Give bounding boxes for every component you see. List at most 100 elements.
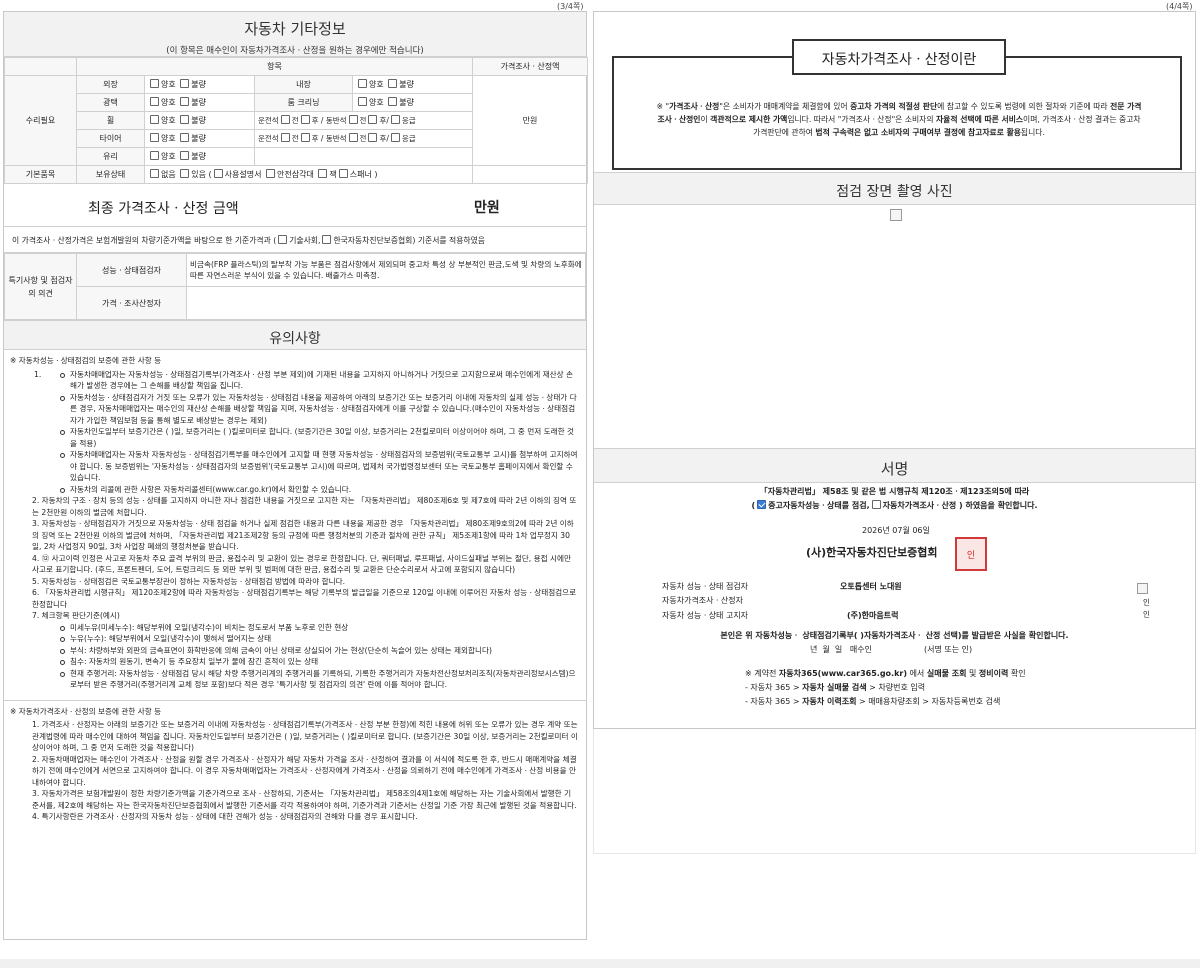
wheel-good-checkbox[interactable] [150, 115, 159, 124]
criteria-bullet: 침수: 자동차의 원동기, 변속기 등 주요장치 일부가 물에 잠긴 흔적이 있… [60, 656, 578, 668]
definition-text-part: "은 소비자가 매매계약을 체결함에 있어 [719, 102, 851, 111]
wheel-options: 양호 불량 [144, 111, 255, 130]
notice-item-3: 3. 자동차성능ㆍ상태점검자가 거짓으로 자동차성능ㆍ상태 점검을 하거나 실제… [32, 519, 574, 551]
glass-good-checkbox[interactable] [150, 151, 159, 160]
sign-title: 서명 [594, 448, 1195, 483]
notice-item-2: 2. 자동차의 구조ㆍ장치 등의 성능ㆍ상태를 고지하지 아니한 자나 점검한 … [32, 496, 577, 517]
good-text: 양호 [161, 98, 176, 107]
bottom-strip [0, 959, 1200, 968]
ref-text: 에서 [907, 669, 927, 678]
notice-bullet: 자동차매매업자는 자동차 자동차성능ㆍ상태점검기록부를 매수인에게 고지할 때 … [60, 450, 578, 482]
ref-bold: 자동차 이력조회 [802, 697, 857, 706]
gloss-options: 양호 불량 [144, 93, 255, 112]
sign-area: 「자동차관리법」 제58조 및 같은 법 시행규칙 제120조ㆍ제123조의5에… [594, 483, 1195, 730]
wheel-bad-checkbox[interactable] [180, 115, 190, 124]
basis-tech-checkbox[interactable] [278, 235, 288, 244]
notice-bullet: 자동차의 리콜에 관한 사항은 자동차리콜센터(www.car.go.kr)에서… [60, 484, 578, 496]
car365-step1: - 자동차 365 > 자동차 실매물 검색 > 차량번호 입력 [745, 682, 925, 693]
manual-checkbox[interactable] [213, 169, 223, 178]
passenger-seat-text: 동반석 [325, 134, 347, 143]
notice-items: 2. 자동차의 구조ㆍ장치 등의 성능ㆍ상태를 고지하지 아니한 자나 점검한 … [12, 495, 578, 622]
basis-kaa-checkbox[interactable] [322, 235, 332, 244]
opinion-label: 특기사항 및 점검자의 의견 [4, 253, 77, 320]
good-text: 양호 [369, 80, 384, 89]
price-basis: 이 가격조사ㆍ산정가격은 보험개발원의 차량기준가액을 바탕으로 한 기준가격과… [4, 227, 586, 253]
room-bad-checkbox[interactable] [388, 97, 398, 106]
possession-none-checkbox[interactable] [150, 169, 159, 178]
appraiser-label: 가격ㆍ조사산정자 [76, 286, 187, 320]
photo-area [594, 205, 1195, 448]
separator: / [386, 116, 389, 125]
stamp-text-1: 인 [1143, 598, 1150, 607]
room-good-checkbox[interactable] [358, 97, 367, 106]
tire-driver-rear-checkbox[interactable] [300, 133, 310, 142]
inspector-label: 성능ㆍ상태점검자 [76, 253, 187, 287]
tire-driver-front-checkbox[interactable] [280, 133, 290, 142]
have-text: 있음 ( [191, 170, 212, 179]
gloss-good-checkbox[interactable] [150, 97, 159, 106]
definition-text-part: ※ " [656, 102, 670, 111]
col-price: 가격조사ㆍ산정액 [472, 57, 589, 76]
possession-label: 보유상태 [76, 165, 145, 184]
other-info-subtitle: (이 항목은 매수인이 자동차가격조사ㆍ산정을 원하는 경우에만 적습니다) [166, 46, 424, 56]
repair-price: 만원 [472, 75, 589, 166]
front-text: 전 [359, 134, 367, 143]
driver-seat-text: 운전석 [258, 134, 279, 143]
tire-bad-checkbox[interactable] [180, 133, 190, 142]
exterior-bad-checkbox[interactable] [180, 79, 190, 88]
exterior-options: 양호 불량 [144, 75, 255, 94]
wheel-driver-rear-checkbox[interactable] [300, 115, 310, 124]
glass-bad-checkbox[interactable] [180, 151, 190, 160]
tire-passenger-rear-checkbox[interactable] [368, 133, 378, 142]
emergency-text: 응급 [401, 134, 416, 143]
broken-image-icon [1137, 583, 1148, 594]
final-price-row: 최종 가격조사ㆍ산정 금액 만원 [4, 184, 586, 227]
right-page-lower [593, 729, 1196, 854]
manual-text: 사용설명서 [224, 170, 262, 179]
repair-label: 수리필요 [4, 75, 77, 166]
notice-body: ※ 자동차성능ㆍ상태점검의 보증에 관한 사항 등 1. 자동차매매업자는 자동… [4, 350, 586, 823]
exterior-good-checkbox[interactable] [150, 79, 159, 88]
none-text: 없음 [161, 170, 176, 179]
gloss-label: 광택 [76, 93, 145, 112]
stamp-text-2: 인 [1143, 610, 1150, 619]
opinion-table: 특기사항 및 점검자의 의견 성능ㆍ상태점검자 비금속(FRP 플라스틱)의 탈… [4, 253, 586, 320]
good-text: 양호 [161, 116, 176, 125]
notifier-role-label: 자동차 성능ㆍ상태 고지자 [662, 611, 749, 620]
good-text: 양호 [161, 152, 176, 161]
separator: / [386, 134, 389, 143]
definition-bold-part: 객관적으로 제시한 가액 [710, 115, 788, 124]
appraisal-checkbox[interactable] [871, 500, 881, 509]
wheel-driver-front-checkbox[interactable] [280, 115, 290, 124]
bad-text: 불량 [399, 98, 415, 107]
other-info-title: 자동차 기타정보 [244, 20, 346, 38]
tire-passenger-front-checkbox[interactable] [348, 133, 358, 142]
tire-good-checkbox[interactable] [150, 133, 159, 142]
triangle-checkbox[interactable] [266, 169, 276, 178]
tire-emergency-checkbox[interactable] [390, 133, 400, 142]
bad-text: 불량 [399, 80, 415, 89]
good-text: 양호 [161, 80, 176, 89]
exterior-label: 외장 [76, 75, 145, 94]
tire-position-options: 운전석 전 후 / 동반석 전 후/응급 [253, 129, 474, 148]
wheel-passenger-rear-checkbox[interactable] [368, 115, 378, 124]
jack-checkbox[interactable] [318, 169, 328, 178]
spanner-checkbox[interactable] [338, 169, 348, 178]
wheel-passenger-front-checkbox[interactable] [348, 115, 358, 124]
car365-link[interactable]: 자동차365(www.car365.go.kr) [779, 669, 907, 678]
wheel-emergency-checkbox[interactable] [390, 115, 400, 124]
tire-options: 양호 불량 [144, 129, 255, 148]
interior-bad-checkbox[interactable] [388, 79, 398, 88]
possession-have-checkbox[interactable] [180, 169, 190, 178]
other-info-header: 자동차 기타정보 (이 항목은 매수인이 자동차가격조사ㆍ산정을 원하는 경우에… [4, 12, 586, 57]
definition-bold-part: 자율적 선택에 따른 서비스 [936, 115, 1024, 124]
criteria-list: 미세누유(미세누수): 해당부위에 오일(냉각수)이 비치는 정도로서 부품 노… [12, 622, 578, 691]
notice-item-4: 4. ⑫ 사고이력 인정은 사고로 자동차 주요 골격 부위의 판금, 용접수리… [32, 553, 571, 575]
bad-text: 불량 [191, 116, 207, 125]
interior-good-checkbox[interactable] [358, 79, 367, 88]
inspection-checkbox[interactable] [757, 500, 767, 509]
gloss-bad-checkbox[interactable] [180, 97, 190, 106]
photo-title: 점검 장면 촬영 사진 [594, 172, 1195, 205]
appraisal-text: 자동차가격조사ㆍ산정 ) 하였음을 확인합니다. [882, 501, 1038, 510]
jack-text: 잭 [329, 170, 337, 179]
